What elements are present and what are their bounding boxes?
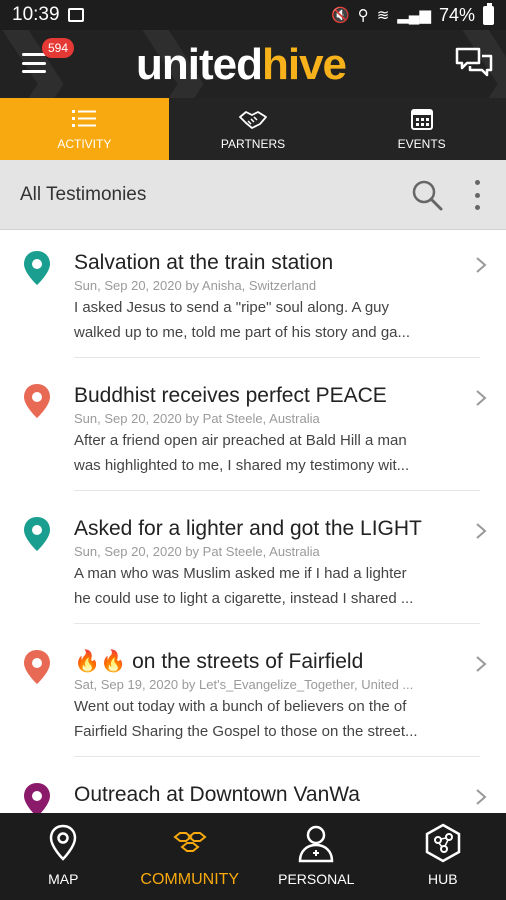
item-meta: Sun, Sep 20, 2020 by Anisha, Switzerland (74, 278, 317, 293)
map-pin-icon (49, 824, 77, 861)
item-excerpt-line1: I asked Jesus to send a "ripe" soul alon… (74, 299, 390, 316)
list-item[interactable]: Outreach at Downtown VanWa (0, 763, 506, 813)
chevron-right-icon (476, 390, 487, 406)
more-options-icon[interactable] (466, 180, 488, 210)
item-title: Outreach at Downtown VanWa (74, 783, 360, 806)
signal-icon: ▂▄▆ (397, 7, 431, 24)
status-time: 10:39 (12, 4, 60, 25)
nav-personal-label: PERSONAL (278, 871, 355, 887)
item-title: Buddhist receives perfect PEACE (74, 384, 387, 407)
item-excerpt-line1: Went out today with a bunch of believers… (74, 698, 407, 715)
item-excerpt-line2: he could use to light a cigarette, inste… (74, 590, 414, 607)
nav-personal[interactable]: PERSONAL (253, 813, 380, 900)
search-icon[interactable] (410, 178, 444, 212)
chevron-right-icon (476, 257, 487, 273)
top-tabs: ACTIVITY PARTNERS EVENTS (0, 98, 506, 160)
handshake-icon (239, 111, 267, 129)
gallery-icon (67, 8, 84, 22)
item-meta: Sat, Sep 19, 2020 by Let's_Evangelize_To… (74, 677, 414, 692)
wifi-icon: ≋ (376, 7, 390, 24)
nav-community[interactable]: COMMUNITY (127, 813, 254, 900)
hexagons-icon (173, 832, 207, 852)
item-excerpt-line2: walked up to me, told me part of his sto… (74, 324, 411, 341)
app-logo: unitedhive (136, 39, 347, 91)
nav-hub-label: HUB (427, 871, 458, 887)
battery-icon (483, 2, 494, 25)
menu-icon[interactable] (22, 53, 46, 73)
item-excerpt-line2: was highlighted to me, I shared my testi… (74, 457, 410, 474)
bottom-nav: MAP COMMUNITY PERSONAL HUB (0, 813, 506, 900)
mute-icon: 🔇 (331, 7, 350, 24)
app-header: ❯ ❯ ❯ 594 unitedhive (0, 30, 506, 98)
list-item[interactable]: Buddhist receives perfect PEACE Sun, Sep… (0, 364, 506, 497)
person-icon (298, 825, 334, 863)
location-icon: ⚲ (357, 7, 369, 24)
divider (74, 756, 480, 757)
nav-community-label: COMMUNITY (140, 871, 240, 888)
filter-bar: All Testimonies (0, 160, 506, 230)
map-pin-icon (24, 384, 50, 418)
status-icons: 🔇 ⚲ ≋ ▂▄▆ 74% (331, 2, 494, 26)
list-icon (72, 110, 97, 127)
nav-map[interactable]: MAP (0, 813, 127, 900)
chevron-right-icon (476, 789, 487, 805)
item-title: 🔥🔥 on the streets of Fairfield (74, 650, 364, 673)
logo-hive: hive (261, 40, 347, 89)
chevron-right-icon (476, 656, 487, 672)
item-excerpt-line1: A man who was Muslim asked me if I had a… (74, 565, 407, 582)
list-item[interactable]: 🔥🔥 on the streets of Fairfield Sat, Sep … (0, 630, 506, 763)
testimony-list: Salvation at the train station Sun, Sep … (0, 231, 506, 813)
hub-icon (425, 823, 460, 863)
calendar-icon (410, 109, 433, 130)
item-meta: Sun, Sep 20, 2020 by Pat Steele, Austral… (74, 411, 320, 426)
tab-events[interactable]: EVENTS (337, 98, 506, 160)
map-pin-icon (24, 650, 50, 684)
item-excerpt-line2: Fairfield Sharing the Gospel to those on… (74, 723, 418, 740)
item-title: Asked for a lighter and got the LIGHT (74, 517, 422, 540)
item-excerpt-line1: After a friend open air preached at Bald… (74, 432, 407, 449)
map-pin-icon (24, 251, 50, 285)
nav-map-label: MAP (48, 871, 79, 887)
chevron-right-icon (476, 523, 487, 539)
nav-hub[interactable]: HUB (380, 813, 506, 900)
chat-icon[interactable] (454, 46, 494, 80)
tab-partners-label: PARTNERS (220, 137, 286, 151)
status-bar: 10:39 🔇 ⚲ ≋ ▂▄▆ 74% (0, 0, 506, 30)
list-item[interactable]: Asked for a lighter and got the LIGHT Su… (0, 497, 506, 630)
notification-badge: 594 (42, 38, 75, 58)
map-pin-icon (24, 517, 50, 551)
item-meta: Sun, Sep 20, 2020 by Pat Steele, Austral… (74, 544, 320, 559)
filter-title[interactable]: All Testimonies (20, 184, 146, 206)
divider (74, 623, 480, 624)
divider (74, 490, 480, 491)
tab-events-label: EVENTS (397, 137, 446, 151)
divider (74, 357, 480, 358)
tab-activity[interactable]: ACTIVITY (0, 98, 169, 160)
list-item[interactable]: Salvation at the train station Sun, Sep … (0, 231, 506, 364)
logo-united: united (136, 40, 263, 89)
tab-partners[interactable]: PARTNERS (169, 98, 338, 160)
item-title: Salvation at the train station (74, 251, 334, 274)
map-pin-icon (24, 783, 50, 813)
tab-activity-label: ACTIVITY (57, 137, 112, 151)
battery-percent: 74% (438, 4, 475, 25)
